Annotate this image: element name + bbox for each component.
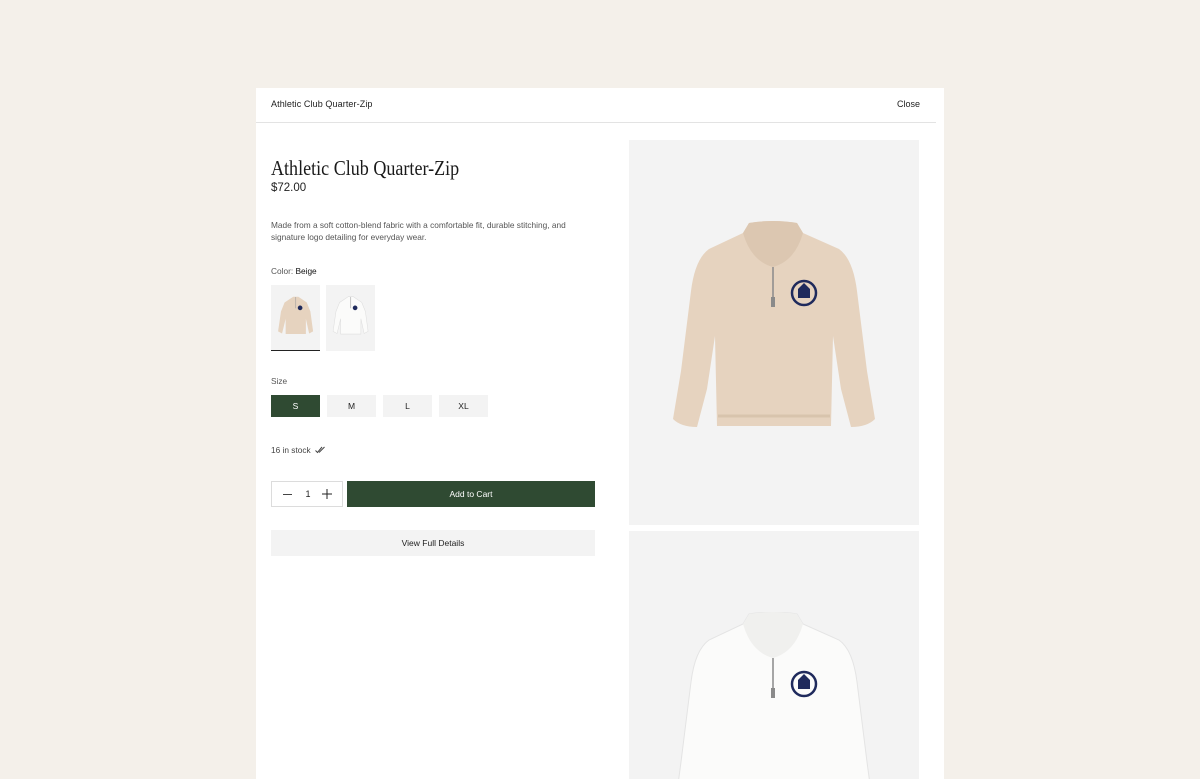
- product-image-beige: [629, 140, 919, 525]
- white-sweater-image: [678, 612, 870, 779]
- color-label: Color: Beige: [271, 266, 317, 276]
- color-swatch-white[interactable]: [326, 285, 375, 351]
- size-label: Size: [271, 376, 288, 386]
- modal-header-title: Athletic Club Quarter-Zip: [271, 99, 373, 109]
- size-option-xl[interactable]: XL: [439, 395, 488, 417]
- minus-icon: [282, 493, 292, 495]
- product-image-white: [629, 531, 919, 779]
- quantity-stepper: 1: [271, 481, 343, 507]
- product-price: $72.00: [271, 182, 307, 194]
- product-description: Made from a soft cotton-blend fabric wit…: [271, 220, 566, 242]
- white-sweater-thumbnail: [332, 296, 369, 335]
- quantity-decrease-button[interactable]: [276, 482, 298, 506]
- quantity-increase-button[interactable]: [316, 482, 338, 506]
- quick-view-modal: Athletic Club Quarter-Zip Close Athletic…: [256, 88, 944, 779]
- stock-status: 16 in stock: [271, 445, 325, 455]
- beige-sweater-image: [673, 221, 875, 427]
- close-button[interactable]: Close: [897, 99, 920, 109]
- product-title: Athletic Club Quarter-Zip: [271, 156, 460, 180]
- color-swatch-beige[interactable]: [271, 285, 320, 351]
- selected-color-value: Beige: [295, 266, 317, 276]
- view-full-details-button[interactable]: View Full Details: [271, 530, 595, 556]
- size-option-s[interactable]: S: [271, 395, 320, 417]
- stock-text: 16 in stock: [271, 445, 311, 455]
- color-label-text: Color:: [271, 266, 294, 276]
- modal-header: Athletic Club Quarter-Zip Close: [256, 88, 936, 123]
- size-option-l[interactable]: L: [383, 395, 432, 417]
- plus-icon: [322, 488, 332, 499]
- double-check-icon: [315, 446, 325, 454]
- size-option-m[interactable]: M: [327, 395, 376, 417]
- beige-sweater-thumbnail: [278, 296, 314, 335]
- quantity-value[interactable]: 1: [298, 482, 318, 506]
- add-to-cart-button[interactable]: Add to Cart: [347, 481, 595, 507]
